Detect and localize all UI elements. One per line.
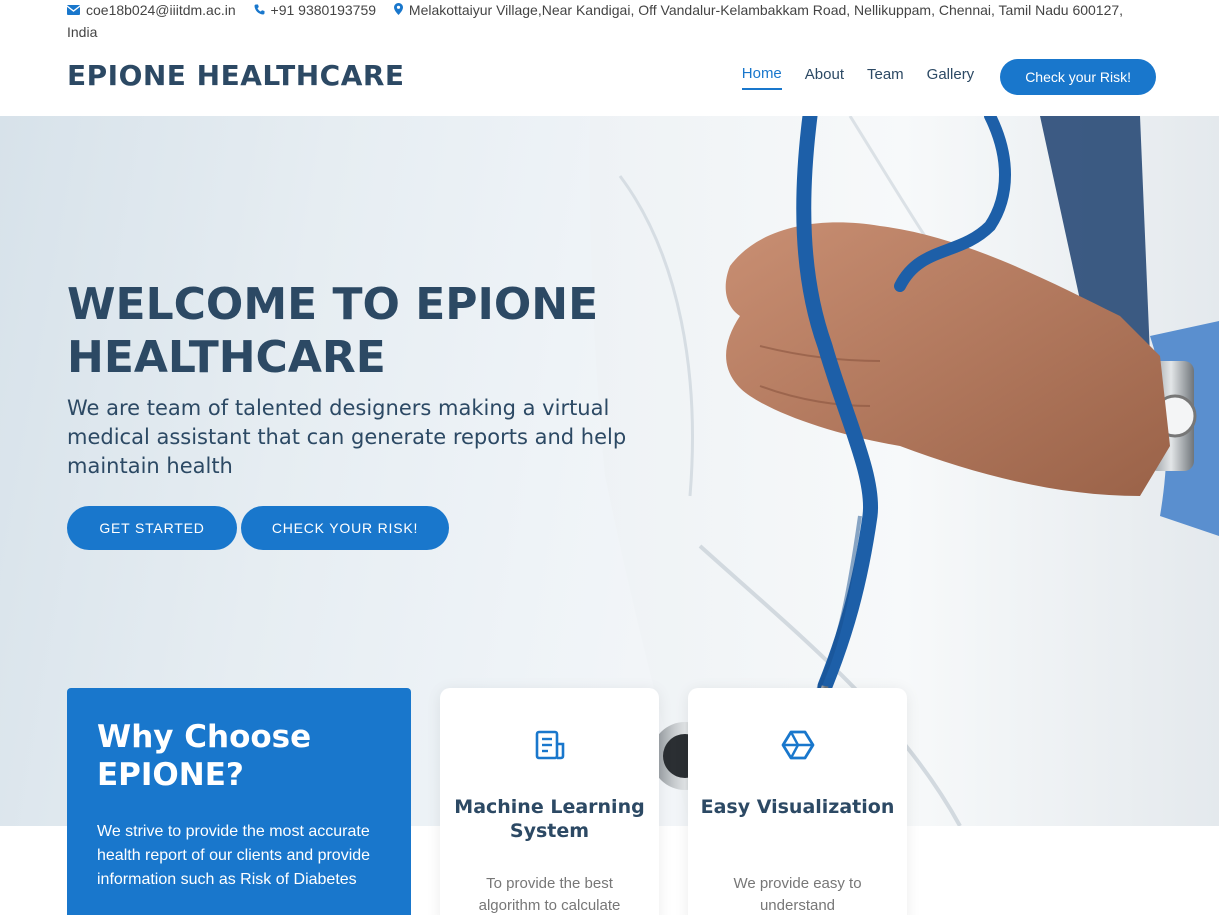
nav-home[interactable]: Home: [741, 65, 782, 90]
email-text[interactable]: coe18b024@iiitdm.ac.in: [86, 2, 236, 18]
why-choose-text: We strive to provide the most accurate h…: [97, 823, 371, 888]
nav-team[interactable]: Team: [867, 66, 904, 89]
hero-title: WELCOME TO EPIONE HEALTHCARE: [67, 279, 599, 383]
phone-icon: [254, 1, 265, 22]
phone-text[interactable]: +91 9380193759: [271, 2, 377, 18]
get-started-button[interactable]: GET STARTED: [67, 506, 237, 550]
main-nav: Home About Team Gallery Check your Risk!: [719, 59, 1156, 95]
map-pin-icon: [393, 1, 403, 22]
site-header: EPIONE HEALTHCARE Home About Team Galler…: [0, 42, 1219, 116]
feature-card-visualization: Easy Visualization We provide easy to un…: [688, 688, 907, 915]
envelope-icon: [66, 1, 81, 22]
contact-phone[interactable]: +91 9380193759: [254, 2, 380, 18]
document-icon: [440, 728, 659, 762]
feature-card-ml: Machine Learning System To provide the b…: [440, 688, 659, 915]
why-choose-title: Why Choose EPIONE?: [97, 719, 312, 793]
contact-email[interactable]: coe18b024@iiitdm.ac.in: [66, 2, 240, 18]
cube-icon: [688, 728, 907, 762]
why-choose-box: Why Choose EPIONE? We strive to provide …: [67, 688, 411, 915]
feature-text: We provide easy to understand: [733, 875, 862, 914]
feature-text: To provide the best algorithm to calcula…: [478, 875, 621, 914]
nav-gallery[interactable]: Gallery: [927, 66, 975, 89]
nav-about[interactable]: About: [805, 66, 844, 89]
contact-bar: coe18b024@iiitdm.ac.in +91 9380193759 Me…: [66, 0, 1167, 43]
site-logo[interactable]: EPIONE HEALTHCARE: [67, 59, 405, 92]
hero-check-risk-button[interactable]: CHECK YOUR RISK!: [241, 506, 449, 550]
feature-title: Machine Learning System: [454, 796, 645, 842]
hero-subtitle: We are team of talented designers making…: [67, 396, 627, 478]
feature-title: Easy Visualization: [700, 796, 895, 818]
check-risk-button[interactable]: Check your Risk!: [1000, 59, 1156, 95]
